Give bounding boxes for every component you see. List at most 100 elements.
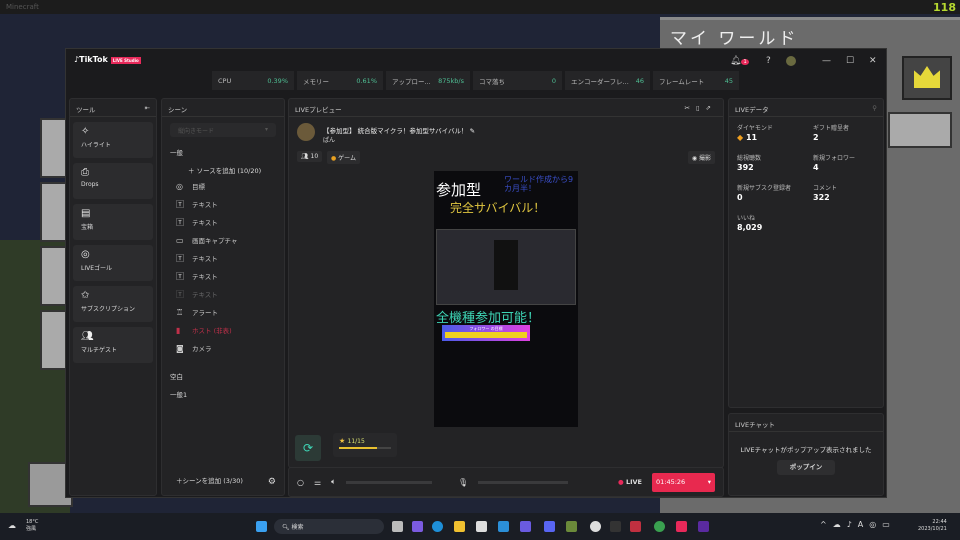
diamond-icon: ◆ [737, 133, 744, 142]
minecraft-title: Minecraft [6, 3, 39, 11]
stat-label: いいね [737, 215, 756, 222]
minecraft-button[interactable] [888, 112, 952, 148]
acrobat-icon[interactable] [630, 521, 641, 532]
mail-icon[interactable] [498, 521, 509, 532]
mic-volume-slider[interactable] [478, 480, 569, 484]
edge-icon[interactable] [432, 521, 443, 532]
stat-dropped-frames: コマ落ち 0 [473, 71, 562, 90]
source-item[interactable]: ◎ 目標 [162, 177, 284, 195]
camera-icon: ◙ [176, 343, 184, 353]
minecraft-icon[interactable] [566, 521, 577, 532]
speaker-icon[interactable]: 🔈︎ [331, 477, 336, 487]
minimize-icon[interactable]: — [822, 56, 831, 66]
tools-panel: ツール ⇤ ✧ ハイライト ⎙ Drops ▤ 宝箱 ◎ LIVEゴール ✩ サブスクリプシ… [69, 98, 157, 496]
store-icon[interactable] [476, 521, 487, 532]
weather-widget[interactable]: 18°C 強風 [26, 519, 38, 533]
monitor-icon: ▭ [176, 235, 184, 245]
scene-item[interactable]: 空白 [162, 357, 284, 385]
notification-badge: 1 [741, 59, 749, 65]
minecraft-titlebar: Minecraft [0, 0, 960, 14]
bell-icon[interactable]: 🔔︎ 1 [730, 56, 749, 66]
end-live-button[interactable]: 01:45:26 ▾ [652, 472, 715, 492]
mode-select[interactable]: 縦向きモード ▾ [170, 123, 276, 137]
scene-header: シーン [162, 99, 284, 117]
goal-icon: ◎ [81, 249, 90, 260]
stat-value: 8,029 [737, 223, 763, 232]
source-item[interactable]: ◙ カメラ [162, 339, 284, 357]
discord-icon[interactable] [544, 521, 555, 532]
pin-icon[interactable]: ⚲ [872, 104, 877, 112]
crown-icon[interactable] [902, 56, 952, 100]
viewer-count: 👥︎ 10 [297, 151, 323, 162]
settings-icon[interactable]: ⚙ [268, 477, 276, 487]
teams-icon[interactable] [412, 521, 423, 532]
category-tag[interactable]: ● ゲーム [327, 151, 360, 164]
tiktok-icon[interactable] [676, 521, 687, 532]
tiktok-logo: ♪TikTok LIVE Studio [74, 55, 141, 64]
search-box[interactable]: 🔍︎ 検索 [274, 519, 384, 534]
scene-item[interactable]: 一般1 [162, 385, 284, 403]
close-icon[interactable]: ✕ [869, 56, 877, 66]
maximize-icon[interactable]: ☐ [846, 56, 854, 66]
tool-multiguest[interactable]: 👥︎ マルチゲスト [73, 327, 153, 363]
avatar[interactable] [786, 56, 796, 66]
stat-value: 0 [737, 193, 743, 202]
capcut-icon[interactable]: ⟳ [295, 435, 321, 461]
speaker-volume-slider[interactable] [345, 480, 432, 484]
collapse-icon[interactable]: ⇤ [145, 104, 150, 112]
pop-in-button[interactable]: ポップイン [777, 460, 835, 475]
stream-title[interactable]: 【参加型】 統合版マイクラ！参加型サバイバル！ ✎ [323, 125, 475, 135]
source-item[interactable]: 🅃︎ テキスト [162, 249, 284, 267]
text-icon: 🅃︎ [176, 253, 184, 263]
tool-live-goal[interactable]: ◎ LIVEゴール [73, 245, 153, 281]
stat-value: 392 [737, 163, 754, 172]
streamer-avatar [297, 123, 315, 141]
stat-cpu: CPU 0.39% [212, 71, 294, 90]
live-indicator: ● LIVE [618, 478, 642, 486]
tool-subscription[interactable]: ✩ サブスクリプション [73, 286, 153, 322]
add-source-button[interactable]: ＋ ソースを追加 (10/20) [162, 161, 284, 177]
goal-widget[interactable]: ★ 11/15 [333, 433, 397, 457]
settings-sliders-icon[interactable]: ⚌ [314, 478, 321, 487]
source-item[interactable]: 🅃︎ テキスト [162, 213, 284, 231]
obs-icon[interactable] [590, 521, 601, 532]
source-item[interactable]: ▭ 画面キャプチャ [162, 231, 284, 249]
system-tray-icons[interactable]: ^☁♪A◎▭ [820, 520, 896, 529]
microphone-icon[interactable]: 🎙︎ [458, 478, 468, 487]
streamer-name: ぱん [323, 137, 336, 144]
app-icon[interactable] [520, 521, 531, 532]
weather-icon[interactable]: ☁ [8, 521, 16, 530]
screen-capture [436, 229, 576, 305]
world-title: マイ ワールド [670, 29, 799, 49]
app-icon[interactable] [698, 521, 709, 532]
source-item-host[interactable]: ▮ ホスト (非表) [162, 321, 284, 339]
source-item[interactable]: 🅃︎ テキスト [162, 267, 284, 285]
tools-header: ツール ⇤ [70, 99, 156, 117]
record-toggle-icon[interactable]: ○ [297, 478, 304, 487]
source-item-hidden[interactable]: 🅃︎ テキスト [162, 285, 284, 303]
text-icon: 🅃︎ [176, 271, 184, 281]
task-view-icon[interactable] [392, 521, 403, 532]
subscription-icon: ✩ [81, 290, 90, 301]
logitech-icon[interactable] [610, 521, 621, 532]
tool-drops[interactable]: ⎙ Drops [73, 163, 153, 199]
help-icon[interactable]: ? [766, 56, 771, 66]
stat-encoder-frames: エンコーダーフレ... 46 [565, 71, 650, 90]
record-button[interactable]: ◉ 撮影 [687, 151, 715, 164]
source-item[interactable]: 🅃︎ テキスト [162, 195, 284, 213]
chrome-icon[interactable] [654, 521, 665, 532]
stat-label: 新規フォロワー [813, 155, 856, 162]
source-item[interactable]: ♖ アラート [162, 303, 284, 321]
tool-highlight[interactable]: ✧ ハイライト [73, 122, 153, 158]
clock[interactable]: 22:44 2023/10/21 [918, 519, 947, 533]
preview-tool-icons[interactable]: ✂▯⇗ [685, 104, 717, 112]
scene-panel: シーン 縦向きモード ▾ 一般 ＋ ソースを追加 (10/20) ◎ 目標 🅃︎ テキ… [161, 98, 285, 496]
stat-label: コメント [813, 185, 838, 192]
windows-start-icon[interactable] [256, 521, 267, 532]
add-scene-button[interactable]: ＋シーンを追加 (3/30) [176, 475, 243, 485]
explorer-icon[interactable] [454, 521, 465, 532]
tool-treasure[interactable]: ▤ 宝箱 [73, 204, 153, 240]
overlay-text: 参加型 [436, 181, 482, 199]
scene-group-label: 一般 [170, 149, 183, 157]
stat-label: 総視聴数 [737, 155, 762, 162]
